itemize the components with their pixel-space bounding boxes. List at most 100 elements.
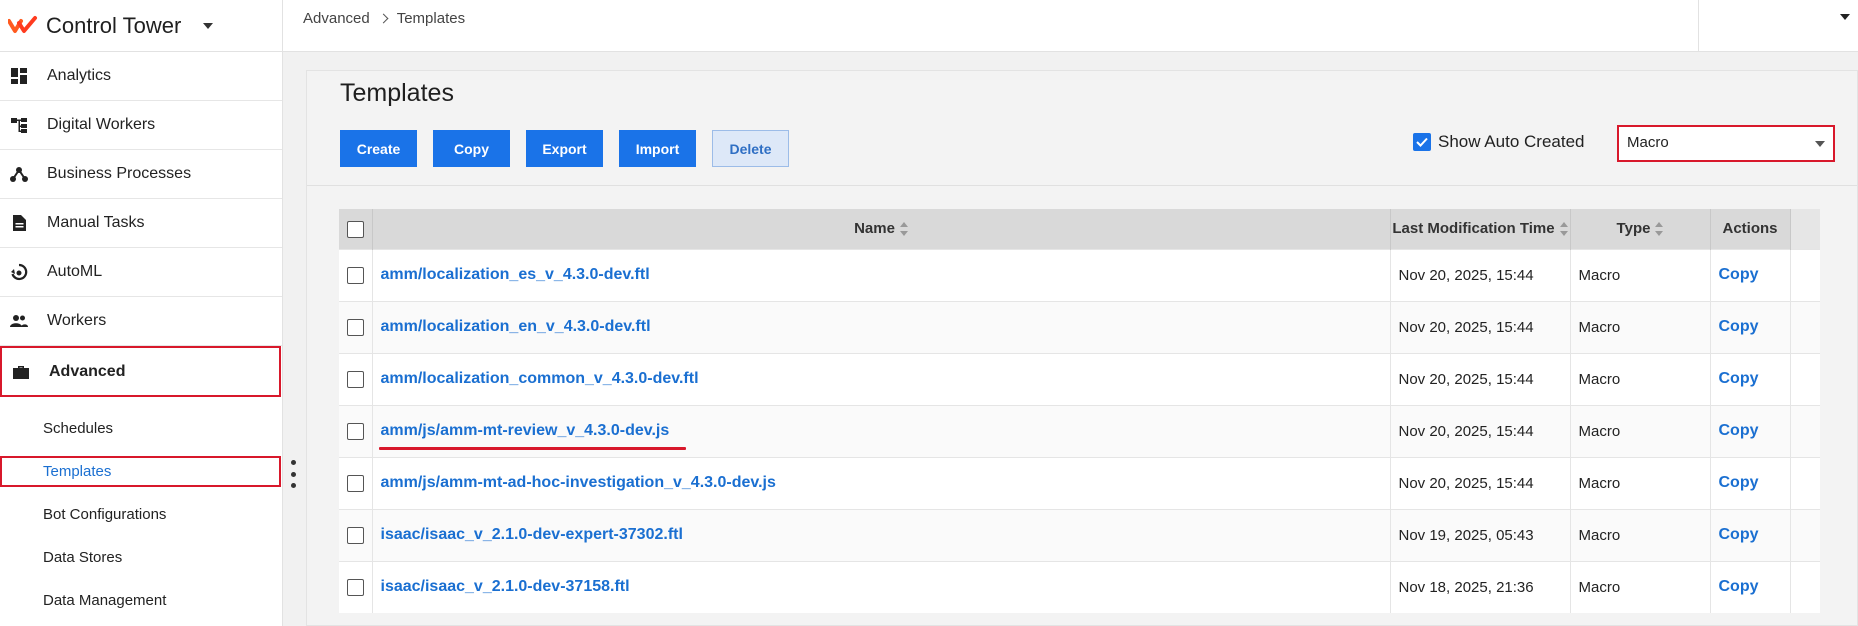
sidebar-item-digital-workers[interactable]: Digital Workers bbox=[0, 101, 282, 150]
template-name-link[interactable]: amm/localization_common_v_4.3.0-dev.ftl bbox=[381, 370, 699, 387]
process-icon bbox=[10, 167, 28, 182]
row-checkbox[interactable] bbox=[346, 474, 364, 492]
sort-icon[interactable] bbox=[1559, 222, 1568, 237]
row-select-cell[interactable] bbox=[339, 404, 373, 457]
row-select-cell[interactable] bbox=[339, 456, 373, 509]
chevron-down-icon[interactable] bbox=[1840, 14, 1850, 20]
document-icon bbox=[13, 215, 26, 231]
row-checkbox[interactable] bbox=[346, 579, 364, 597]
type-cell: Macro bbox=[1570, 248, 1711, 301]
modified-cell: Nov 20, 2025, 15:44 bbox=[1390, 404, 1571, 457]
show-auto-created-checkbox[interactable] bbox=[1413, 133, 1431, 151]
table-row[interactable]: isaac/isaac_v_2.1.0-dev-37158.ftl Nov 18… bbox=[339, 560, 1820, 613]
modified-cell: Nov 20, 2025, 15:44 bbox=[1390, 300, 1571, 353]
sidebar-item-workers[interactable]: Workers bbox=[0, 297, 282, 346]
template-name-link[interactable]: isaac/isaac_v_2.1.0-dev-expert-37302.ftl bbox=[381, 526, 683, 543]
select-all-checkbox[interactable] bbox=[346, 220, 364, 238]
subnav-item-data-stores[interactable]: Data Stores bbox=[0, 536, 282, 579]
modified-cell: Nov 19, 2025, 05:43 bbox=[1390, 508, 1571, 561]
template-name-cell: amm/js/amm-mt-ad-hoc-investigation_v_4.3… bbox=[372, 456, 1391, 509]
show-auto-created-toggle[interactable]: Show Auto Created bbox=[1413, 132, 1584, 152]
delete-button[interactable]: Delete bbox=[712, 130, 789, 167]
template-name-link[interactable]: amm/js/amm-mt-ad-hoc-investigation_v_4.3… bbox=[381, 474, 776, 491]
row-checkbox[interactable] bbox=[346, 526, 364, 544]
row-select-cell[interactable] bbox=[339, 300, 373, 353]
template-name-link[interactable]: amm/localization_es_v_4.3.0-dev.ftl bbox=[381, 266, 650, 283]
sidebar-item-analytics[interactable]: Analytics bbox=[0, 52, 282, 101]
breadcrumb-current: Templates bbox=[396, 10, 466, 27]
template-name-link[interactable]: amm/localization_en_v_4.3.0-dev.ftl bbox=[381, 318, 651, 335]
row-gutter bbox=[1790, 248, 1820, 301]
row-select-cell[interactable] bbox=[339, 560, 373, 613]
type-filter-value: Macro bbox=[1627, 134, 1669, 151]
app-switcher[interactable]: Control Tower bbox=[0, 0, 282, 52]
sidebar-item-manual-tasks[interactable]: Manual Tasks bbox=[0, 199, 282, 248]
row-checkbox[interactable] bbox=[346, 370, 364, 388]
sidebar-item-label: Digital Workers bbox=[47, 116, 156, 133]
template-name-link[interactable]: isaac/isaac_v_2.1.0-dev-37158.ftl bbox=[381, 578, 630, 595]
import-button[interactable]: Import bbox=[619, 130, 696, 167]
people-icon bbox=[10, 315, 28, 327]
column-header-modified[interactable]: Last Modification Time bbox=[1390, 209, 1571, 249]
table-row[interactable]: isaac/isaac_v_2.1.0-dev-expert-37302.ftl… bbox=[339, 508, 1820, 561]
copy-action-link[interactable]: Copy bbox=[1719, 266, 1759, 283]
copy-action-link[interactable]: Copy bbox=[1719, 474, 1759, 491]
sidebar-item-label: Analytics bbox=[47, 67, 112, 84]
briefcase-icon bbox=[13, 365, 29, 379]
sort-icon[interactable] bbox=[1655, 222, 1664, 237]
breadcrumb: Advanced Templates bbox=[303, 10, 465, 27]
actions-cell: Copy bbox=[1710, 248, 1791, 301]
scroll-gutter bbox=[1790, 209, 1820, 249]
subnav-item-data-management[interactable]: Data Management bbox=[0, 579, 282, 622]
chevron-down-icon[interactable] bbox=[203, 22, 214, 29]
export-button[interactable]: Export bbox=[526, 130, 603, 167]
sidebar-item-automl[interactable]: AutoML bbox=[0, 248, 282, 297]
column-header-name[interactable]: Name bbox=[372, 209, 1391, 249]
create-button[interactable]: Create bbox=[340, 130, 417, 167]
row-select-cell[interactable] bbox=[339, 508, 373, 561]
row-checkbox[interactable] bbox=[346, 266, 364, 284]
row-select-cell[interactable] bbox=[339, 248, 373, 301]
row-checkbox[interactable] bbox=[346, 422, 364, 440]
type-cell: Macro bbox=[1570, 508, 1711, 561]
actions-cell: Copy bbox=[1710, 560, 1791, 613]
table-row[interactable]: amm/js/amm-mt-ad-hoc-investigation_v_4.3… bbox=[339, 456, 1820, 509]
copy-action-link[interactable]: Copy bbox=[1719, 422, 1759, 439]
sidebar-item-business-processes[interactable]: Business Processes bbox=[0, 150, 282, 199]
subnav-item-templates[interactable]: Templates bbox=[0, 456, 281, 487]
breadcrumb-parent[interactable]: Advanced bbox=[303, 10, 370, 27]
subnav-item-bot-configurations[interactable]: Bot Configurations bbox=[0, 493, 282, 536]
row-select-cell[interactable] bbox=[339, 352, 373, 405]
row-checkbox[interactable] bbox=[346, 318, 364, 336]
column-header-type[interactable]: Type bbox=[1570, 209, 1711, 249]
select-all-cell[interactable] bbox=[339, 209, 373, 249]
template-name-cell: amm/localization_en_v_4.3.0-dev.ftl bbox=[372, 300, 1391, 353]
column-header-label: Actions bbox=[1722, 220, 1778, 238]
sort-icon[interactable] bbox=[899, 222, 908, 237]
subnav-item-schedules[interactable]: Schedules bbox=[0, 407, 282, 450]
sidebar-item-advanced[interactable]: Advanced bbox=[0, 346, 281, 397]
table-row[interactable]: amm/localization_en_v_4.3.0-dev.ftl Nov … bbox=[339, 300, 1820, 353]
modified-cell: Nov 18, 2025, 21:36 bbox=[1390, 560, 1571, 613]
copy-action-link[interactable]: Copy bbox=[1719, 318, 1759, 335]
copy-action-link[interactable]: Copy bbox=[1719, 370, 1759, 387]
annotation-underline bbox=[379, 447, 686, 450]
user-menu[interactable] bbox=[1698, 0, 1858, 52]
divider bbox=[307, 185, 1857, 186]
template-name-link[interactable]: amm/js/amm-mt-review_v_4.3.0-dev.js bbox=[381, 422, 670, 439]
copy-action-link[interactable]: Copy bbox=[1719, 526, 1759, 543]
sidebar-resize-handle-icon[interactable] bbox=[290, 460, 296, 488]
type-cell: Macro bbox=[1570, 300, 1711, 353]
page-title: Templates bbox=[340, 79, 454, 107]
copy-action-link[interactable]: Copy bbox=[1719, 578, 1759, 595]
templates-table: Name Last Modification Time Type Actions… bbox=[339, 209, 1820, 613]
type-filter-select[interactable]: Macro bbox=[1617, 125, 1835, 162]
sidebar-item-label: Advanced bbox=[49, 362, 126, 380]
table-row[interactable]: amm/localization_common_v_4.3.0-dev.ftl … bbox=[339, 352, 1820, 405]
table-row[interactable]: amm/localization_es_v_4.3.0-dev.ftl Nov … bbox=[339, 248, 1820, 301]
copy-button[interactable]: Copy bbox=[433, 130, 510, 167]
template-name-cell: isaac/isaac_v_2.1.0-dev-37158.ftl bbox=[372, 560, 1391, 613]
sidebar-item-label: Business Processes bbox=[47, 165, 192, 182]
column-header-label: Type bbox=[1616, 220, 1651, 238]
row-gutter bbox=[1790, 300, 1820, 353]
